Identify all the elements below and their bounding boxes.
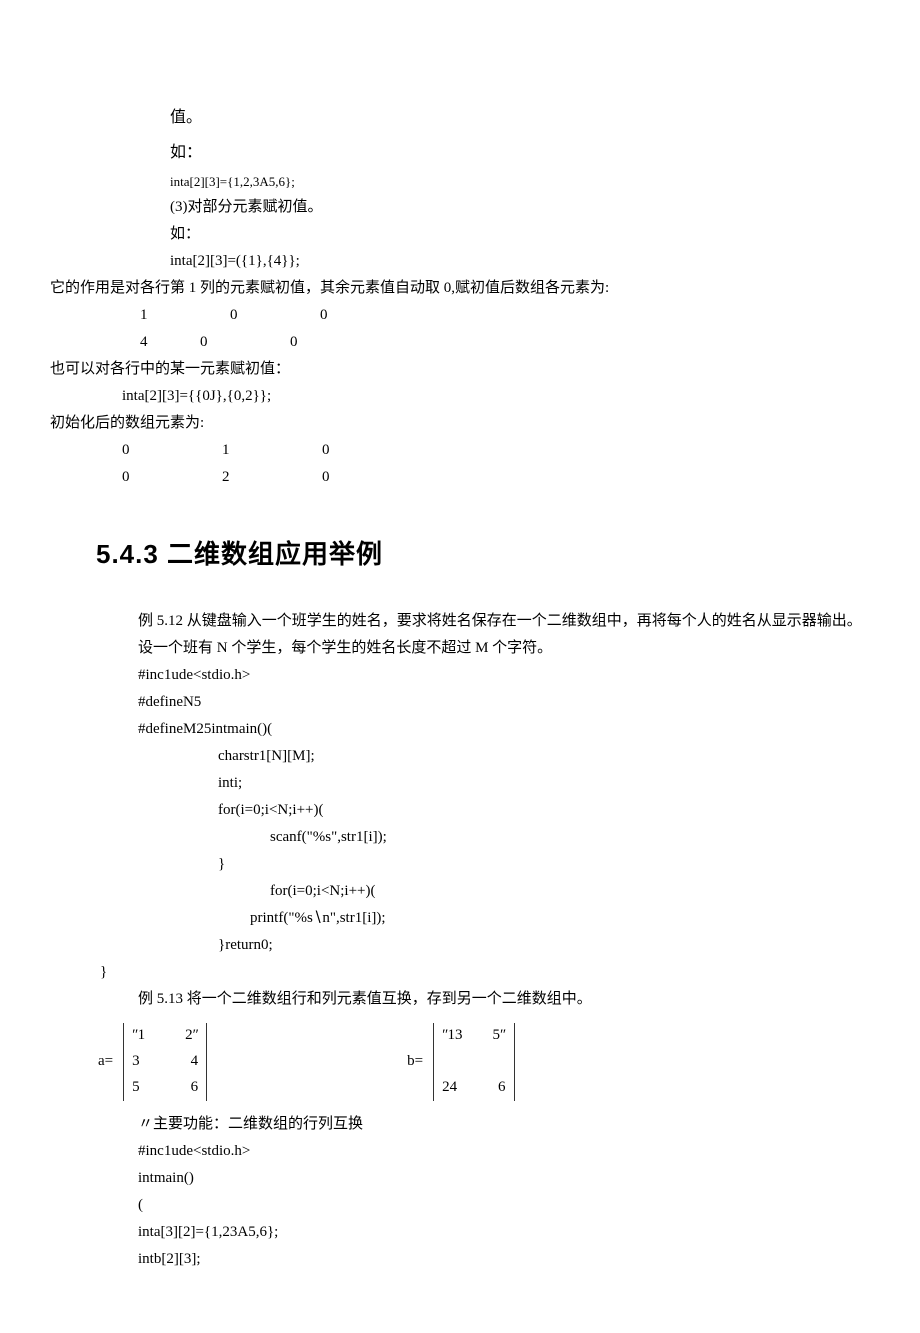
code-line: inta[2][3]=({1},{4}}; [50,248,920,275]
code-line: } [50,851,920,878]
cell: 2 [222,464,322,491]
cell: 0 [320,302,328,329]
matrix-label-a: a= [98,1048,113,1075]
matrix-equation: a= ʺ1 2ʺ 3 4 5 6 b= ʺ13 5ʺ 24 6 [50,1023,920,1101]
code-line: printf("%s∖n",str1[i]); [50,905,920,932]
code-line: inti; [50,770,920,797]
code-line: inta[3][2]={1,23A5,6}; [50,1219,920,1246]
cell: ʺ13 [442,1022,462,1049]
cell: 4 [191,1048,199,1075]
cell: 0 [200,329,290,356]
code-line: intmain() [50,1165,920,1192]
data-row: 1 0 0 [50,302,920,329]
cell: 0 [322,437,330,464]
matrix-a: ʺ1 2ʺ 3 4 5 6 [123,1023,207,1101]
data-row: 0 1 0 [50,437,920,464]
matrix-b: ʺ13 5ʺ 24 6 [433,1023,514,1101]
text-line: 如： [50,135,920,170]
code-line: for(i=0;i<N;i++)( [50,878,920,905]
cell: 4 [140,329,200,356]
cell: 6 [498,1074,506,1101]
code-line: #inc1ude<stdio.h> [50,1138,920,1165]
section-heading: 5.4.3 二维数组应用举例 [96,531,920,578]
cell: ʺ1 [132,1022,145,1049]
code-line: } [50,959,920,986]
paragraph: 设一个班有 N 个学生，每个学生的姓名长度不超过 M 个字符。 [50,635,920,662]
paragraph: 例 5.13 将一个二维数组行和列元素值互换，存到另一个二维数组中。 [50,986,920,1013]
cell: 1 [140,302,230,329]
cell: 2ʺ [185,1022,198,1049]
matrix-label-b: b= [407,1048,423,1075]
cell: 6 [191,1074,199,1101]
code-line: #inc1ude<stdio.h> [50,662,920,689]
paragraph: 例 5.12 从键盘输入一个班学生的姓名，要求将姓名保存在一个二维数组中，再将每… [50,608,920,635]
cell: 5 [132,1074,140,1101]
code-line: ( [50,1192,920,1219]
cell: 24 [442,1074,457,1101]
comment-line: 〃主要功能：二维数组的行列互换 [50,1111,920,1138]
text-line: 也可以对各行中的某一元素赋初值： [50,356,920,383]
text-line: 它的作用是对各行第 1 列的元素赋初值，其余元素值自动取 0,赋初值后数组各元素… [50,275,920,302]
text-line: 值。 [50,100,920,135]
cell: 0 [290,329,298,356]
cell: 0 [122,464,222,491]
data-row: 0 2 0 [50,464,920,491]
code-line: #defineM25intmain()( [50,716,920,743]
cell: 1 [222,437,322,464]
cell: 3 [132,1048,140,1075]
text-line: 初始化后的数组元素为: [50,410,920,437]
code-line: for(i=0;i<N;i++)( [50,797,920,824]
code-line: scanf("%s",str1[i]); [50,824,920,851]
cell: 5ʺ [493,1022,506,1049]
code-line: inta[2][3]={{0J},{0,2}}; [50,383,920,410]
cell: 0 [122,437,222,464]
cell: 0 [230,302,320,329]
text-line: (3)对部分元素赋初值。 [50,194,920,221]
cell: 0 [322,464,330,491]
text-line: 如： [50,221,920,248]
code-line: inta[2][3]={1,2,3A5,6}; [50,170,920,193]
code-line: }return0; [50,932,920,959]
code-line: charstr1[N][M]; [50,743,920,770]
data-row: 4 0 0 [50,329,920,356]
code-line: intb[2][3]; [50,1246,920,1273]
code-line: #defineN5 [50,689,920,716]
